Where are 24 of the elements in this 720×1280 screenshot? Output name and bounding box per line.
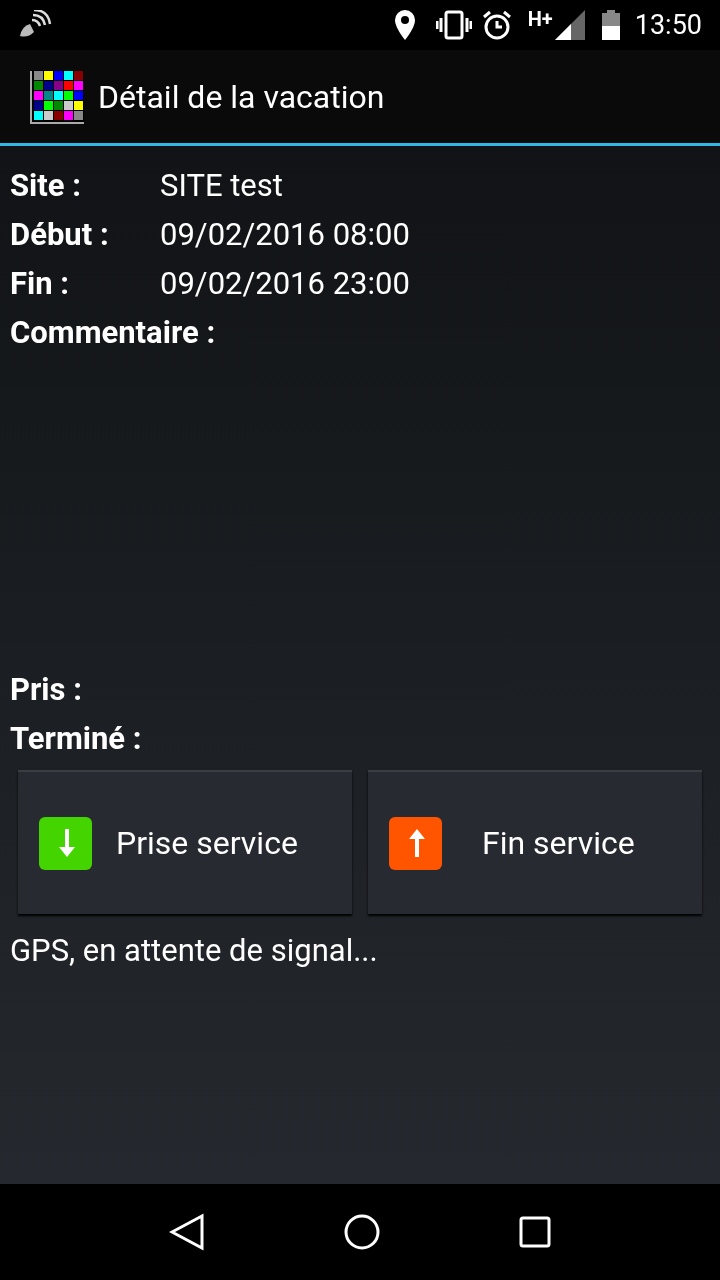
app-logo-icon [28,67,86,126]
field-label: Terminé : [10,719,142,760]
app-title: Détail de la vacation [98,76,385,118]
field-label: Commentaire : [10,313,217,354]
network-type: H+ [527,6,553,33]
field-label: Fin : [10,264,71,305]
location-icon [393,10,416,40]
vibrate-icon [435,10,472,40]
signal-icon [554,10,585,40]
service-button[interactable]: Prise service [18,770,352,914]
battery-icon [600,10,621,40]
home-icon[interactable] [344,1214,380,1250]
field-label: Pris : [10,670,82,711]
field-value: 09/02/2016 08:00 [160,215,410,256]
gps-status-message: GPS, en attente de signal... [10,931,379,971]
field-value: 09/02/2016 23:00 [160,264,410,305]
clock-time: 13:50 [634,7,702,43]
field-value: SITE test [160,166,283,207]
service-button[interactable]: Fin service [368,770,702,914]
field-label: Site : [10,166,82,207]
alarm-icon [481,10,512,40]
field-label: Début : [10,215,110,256]
back-icon[interactable] [169,1213,206,1251]
recent-apps-icon[interactable] [518,1216,551,1248]
